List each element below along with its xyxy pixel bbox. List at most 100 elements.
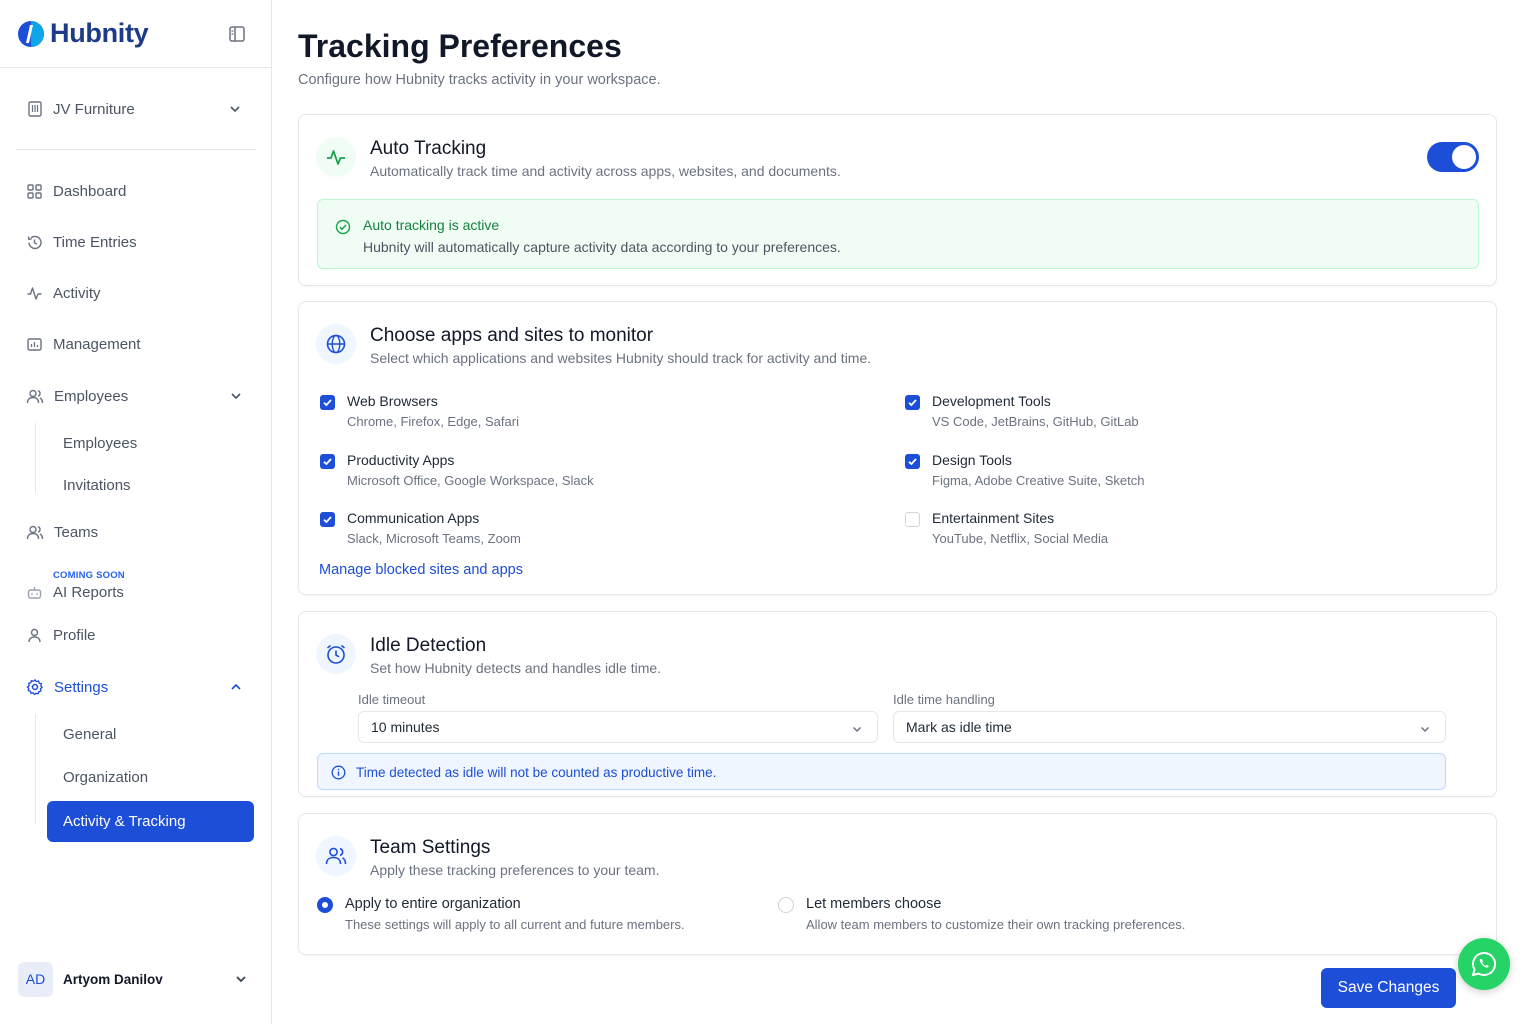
checkbox-unchecked[interactable]	[905, 512, 920, 527]
info-icon	[331, 765, 346, 780]
auto-tracking-card: Auto Tracking Automatically track time a…	[298, 114, 1497, 286]
radio-option-organization[interactable]: Apply to entire organization These settin…	[317, 896, 685, 932]
status-title: Auto tracking is active	[363, 217, 500, 233]
checkbox-checked[interactable]	[320, 512, 335, 527]
whatsapp-chat-button[interactable]	[1458, 938, 1510, 990]
idle-timeout-label: Idle timeout	[358, 692, 426, 707]
nav-profile[interactable]: Profile	[26, 622, 96, 648]
nav-management[interactable]: Management	[26, 331, 141, 357]
auto-tracking-title: Auto Tracking	[370, 138, 487, 159]
idle-timeout-select[interactable]: 10 minutes	[358, 711, 878, 743]
idle-handling-select[interactable]: Mark as idle time	[893, 711, 1446, 743]
nav-settings[interactable]: Settings	[26, 674, 108, 700]
monitor-option[interactable]: Productivity Apps Microsoft Office, Googl…	[320, 452, 594, 488]
submenu-guide	[35, 423, 36, 493]
brand-name: Hubnity	[50, 18, 149, 48]
idle-timeout-value: 10 minutes	[371, 719, 440, 735]
nav-time-entries[interactable]: Time Entries	[26, 229, 137, 255]
chevron-up-icon[interactable]	[229, 680, 243, 694]
auto-tracking-toggle[interactable]	[1427, 142, 1479, 172]
option-label: Productivity Apps	[347, 452, 455, 468]
nav-dashboard-label: Dashboard	[53, 182, 127, 200]
workspace-name: JV Furniture	[53, 100, 135, 118]
page-subtitle: Configure how Hubnity tracks activity in…	[298, 72, 661, 88]
check-icon	[323, 458, 332, 466]
radio-label: Let members choose	[806, 896, 942, 912]
nav-settings-activity-tracking[interactable]: Activity & Tracking	[47, 801, 254, 842]
idle-info-text: Time detected as idle will not be counte…	[356, 765, 717, 780]
option-label: Entertainment Sites	[932, 510, 1055, 526]
sidebar: Hubnity JV Furniture Dashboard Time Entr…	[0, 0, 272, 1024]
user-menu[interactable]: AD Artyom Danilov	[18, 961, 254, 997]
auto-tracking-subtitle: Automatically track time and activity ac…	[370, 163, 841, 179]
team-icon	[316, 836, 356, 876]
option-desc: Chrome, Firefox, Edge, Safari	[347, 414, 519, 429]
monitor-option[interactable]: Communication Apps Slack, Microsoft Teams…	[320, 510, 521, 546]
option-desc: VS Code, JetBrains, GitHub, GitLab	[932, 414, 1139, 429]
monitor-option[interactable]: Web Browsers Chrome, Firefox, Edge, Safar…	[320, 393, 519, 429]
nav-settings-general[interactable]: General	[63, 726, 116, 743]
idle-detection-card: Idle Detection Set how Hubnity detects a…	[298, 611, 1497, 797]
team-title: Team Settings	[370, 837, 491, 858]
whatsapp-icon	[1471, 951, 1496, 977]
sidebar-collapse-icon[interactable]	[228, 25, 246, 43]
radio-desc: These settings will apply to all current…	[345, 917, 685, 932]
radio-label: Apply to entire organization	[345, 896, 521, 912]
grid-icon	[27, 183, 42, 199]
brand-logo[interactable]: Hubnity	[16, 18, 149, 49]
radio-selected[interactable]	[317, 897, 333, 913]
activity-icon	[27, 286, 42, 300]
radio-option-members[interactable]: Let members choose Allow team members to …	[778, 896, 1185, 932]
monitor-card: Choose apps and sites to monitor Select …	[298, 301, 1497, 595]
option-label: Development Tools	[932, 393, 1051, 409]
nav-teams[interactable]: Teams	[26, 519, 98, 545]
radio-unselected[interactable]	[778, 897, 794, 913]
checkbox-checked[interactable]	[905, 454, 920, 469]
checkbox-checked[interactable]	[905, 395, 920, 410]
monitor-option[interactable]: Entertainment Sites YouTube, Netflix, Soc…	[905, 510, 1108, 546]
nav-employees-list[interactable]: Employees	[63, 435, 137, 452]
building-icon	[28, 101, 42, 117]
nav-employees-label: Employees	[54, 387, 129, 405]
check-icon	[323, 516, 332, 524]
team-subtitle: Apply these tracking preferences to your…	[370, 862, 660, 878]
history-icon	[27, 235, 42, 249]
nav-dashboard[interactable]: Dashboard	[26, 178, 126, 204]
nav-settings-label: Settings	[54, 678, 109, 696]
chevron-down-icon[interactable]	[229, 389, 243, 403]
nav-profile-label: Profile	[53, 626, 96, 644]
option-label: Communication Apps	[347, 510, 480, 526]
page-title: Tracking Preferences	[298, 28, 622, 64]
chevron-down-icon	[230, 106, 240, 113]
check-icon	[908, 458, 917, 466]
radio-desc: Allow team members to customize their ow…	[806, 917, 1186, 932]
nav-activity-label: Activity	[53, 284, 101, 302]
robot-icon	[27, 586, 42, 599]
idle-subtitle: Set how Hubnity detects and handles idle…	[370, 660, 662, 676]
checkbox-checked[interactable]	[320, 395, 335, 410]
nav-settings-organization[interactable]: Organization	[63, 769, 148, 786]
user-icon	[28, 628, 41, 642]
monitor-option[interactable]: Development Tools VS Code, JetBrains, Git…	[905, 393, 1139, 429]
chart-board-icon	[27, 337, 42, 351]
save-button[interactable]: Save Changes	[1321, 968, 1456, 1008]
globe-icon	[316, 324, 356, 364]
chevron-down-icon	[1420, 726, 1430, 733]
gear-icon	[26, 679, 43, 696]
check-icon	[908, 399, 917, 407]
team-settings-card: Team Settings Apply these tracking prefe…	[298, 813, 1497, 955]
nav-employees[interactable]: Employees	[26, 383, 246, 409]
toggle-knob	[1452, 145, 1476, 169]
nav-time-entries-label: Time Entries	[53, 233, 137, 251]
status-text: Hubnity will automatically capture activ…	[363, 239, 841, 255]
check-circle-icon	[335, 219, 351, 235]
checkbox-checked[interactable]	[320, 454, 335, 469]
manage-blocked-link[interactable]: Manage blocked sites and apps	[319, 562, 523, 578]
workspace-switcher[interactable]: JV Furniture	[26, 96, 246, 122]
monitor-option[interactable]: Design Tools Figma, Adobe Creative Suite,…	[905, 452, 1144, 488]
nav-activity[interactable]: Activity	[26, 280, 101, 306]
nav-ai-reports[interactable]: AI Reports	[26, 579, 124, 605]
nav-invitations[interactable]: Invitations	[63, 477, 131, 494]
option-desc: Microsoft Office, Google Workspace, Slac…	[347, 473, 594, 488]
avatar: AD	[18, 961, 53, 997]
